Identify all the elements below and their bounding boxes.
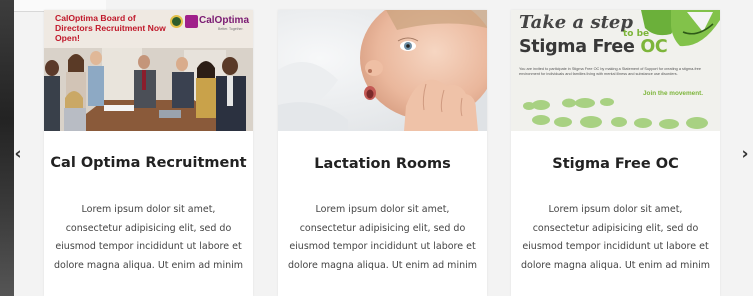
card-cal-optima-recruitment[interactable]: CalOptima Board of Directors Recruitment…	[44, 10, 253, 296]
card-description: Lorem ipsum dolor sit amet, consectetur …	[521, 204, 710, 271]
graphic-fine-print: You are invited to participate in Stigma…	[519, 67, 701, 76]
graphic-oc-text: OC	[640, 37, 668, 57]
card-image-baby[interactable]	[278, 10, 487, 131]
card-description: Lorem ipsum dolor sit amet, consectetur …	[288, 204, 477, 271]
carousel-prev-arrow-icon[interactable]: ‹	[10, 144, 26, 164]
carousel-next-arrow-icon[interactable]: ›	[737, 144, 753, 164]
card-image-stigma-free[interactable]: Take a step to be Stigma Free OC You are…	[511, 10, 720, 131]
card-lactation-rooms[interactable]: Lactation Rooms Lorem ipsum dolor sit am…	[278, 10, 487, 296]
card-stigma-free-oc[interactable]: Take a step to be Stigma Free OC You are…	[511, 10, 720, 296]
card-title[interactable]: Lactation Rooms	[278, 156, 487, 173]
card-title[interactable]: Cal Optima Recruitment	[44, 155, 253, 172]
card-description: Lorem ipsum dolor sit amet, consectetur …	[54, 204, 243, 271]
baby-photo	[278, 10, 487, 131]
card-title[interactable]: Stigma Free OC	[511, 156, 720, 173]
graphic-stigma-free-text: Stigma Free	[519, 37, 635, 57]
card-image-board-recruitment[interactable]: CalOptima Board of Directors Recruitment…	[44, 10, 253, 131]
graphic-cta-join: Join the movement.	[643, 90, 704, 97]
graphic-headline-take-a-step: Take a step	[519, 12, 633, 33]
graphic-headline-stigma-free: Stigma Free OC	[519, 37, 668, 57]
business-team-photo	[44, 48, 253, 131]
